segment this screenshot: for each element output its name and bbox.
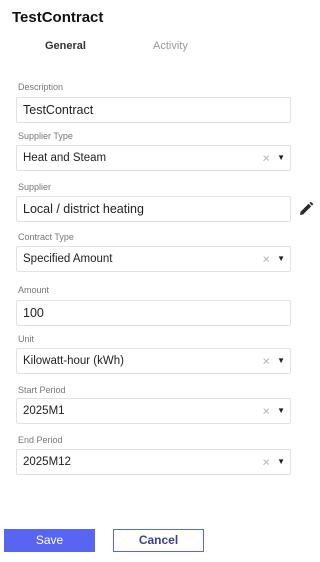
chevron-down-icon[interactable]: ▼ [277, 154, 285, 162]
start-period-value: 2025M1 [23, 405, 65, 417]
description-field[interactable]: TestContract [16, 97, 291, 123]
start-period-select[interactable]: 2025M1 × ▼ [16, 398, 291, 424]
end-period-label: End Period [18, 435, 63, 445]
end-period-select[interactable]: 2025M12 × ▼ [16, 449, 291, 475]
contract-type-label: Contract Type [18, 232, 74, 242]
supplier-type-value: Heat and Steam [23, 152, 107, 164]
chevron-down-icon[interactable]: ▼ [277, 458, 285, 466]
end-period-value: 2025M12 [23, 456, 71, 468]
clear-icon[interactable]: × [262, 152, 270, 165]
start-period-label: Start Period [18, 385, 66, 395]
page-title: TestContract [12, 9, 104, 26]
supplier-label: Supplier [18, 182, 52, 192]
clear-icon[interactable]: × [262, 456, 270, 469]
pencil-icon[interactable] [298, 201, 314, 217]
unit-label: Unit [18, 334, 35, 344]
amount-label: Amount [18, 285, 50, 295]
cancel-button[interactable]: Cancel [113, 529, 204, 552]
tab-activity[interactable]: Activity [153, 40, 188, 52]
chevron-down-icon[interactable]: ▼ [277, 407, 285, 415]
contract-type-select[interactable]: Specified Amount × ▼ [16, 246, 291, 272]
amount-field[interactable]: 100 [16, 300, 291, 326]
supplier-field[interactable]: Local / district heating [16, 196, 291, 222]
supplier-value: Local / district heating [23, 202, 144, 216]
supplier-type-label: Supplier Type [18, 131, 73, 141]
description-label: Description [18, 82, 64, 92]
description-value: TestContract [23, 103, 94, 117]
amount-value: 100 [23, 306, 44, 320]
clear-icon[interactable]: × [262, 253, 270, 266]
chevron-down-icon[interactable]: ▼ [277, 357, 285, 365]
clear-icon[interactable]: × [262, 355, 270, 368]
tab-general[interactable]: General [45, 40, 86, 52]
contract-type-value: Specified Amount [23, 253, 113, 265]
supplier-type-select[interactable]: Heat and Steam × ▼ [16, 145, 291, 171]
clear-icon[interactable]: × [262, 405, 270, 418]
unit-select[interactable]: Kilowatt-hour (kWh) × ▼ [16, 348, 291, 374]
unit-value: Kilowatt-hour (kWh) [23, 355, 124, 367]
save-button[interactable]: Save [4, 529, 95, 552]
chevron-down-icon[interactable]: ▼ [277, 255, 285, 263]
